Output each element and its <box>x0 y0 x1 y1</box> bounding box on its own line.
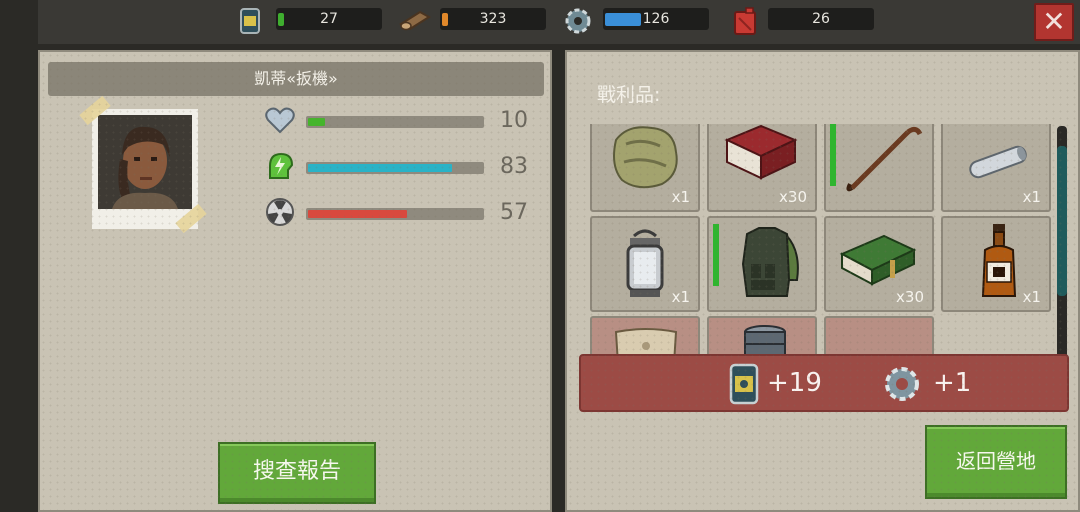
sack-icon <box>614 328 678 354</box>
reward-parts-value: +1 <box>933 368 972 398</box>
lantern-icon <box>626 229 664 297</box>
gear-icon <box>885 367 919 401</box>
search-report-label: 搜查報告 <box>252 459 341 484</box>
fuel-canister-icon <box>734 7 756 35</box>
health-bar-fill <box>308 118 325 126</box>
resource-canned-food: 27 <box>238 6 383 34</box>
canned-food-icon <box>729 363 759 405</box>
pipe-icon <box>969 145 1027 179</box>
loot-item-empty[interactable] <box>824 316 934 354</box>
loot-item-whiskey[interactable]: x1 <box>941 216 1051 312</box>
loot-item-cloth[interactable]: x1 <box>590 124 700 212</box>
loot-scrollbar[interactable] <box>1057 126 1067 358</box>
canned-food-value: 27 <box>320 11 338 27</box>
character-name-bar: 凱蒂«扳機» <box>48 62 544 96</box>
loot-qty: x1 <box>671 188 690 206</box>
reward-bar: +19 +1 <box>579 354 1069 412</box>
health-value: 10 <box>500 108 528 133</box>
loot-item-crowbar[interactable] <box>824 124 934 212</box>
gear-icon <box>565 8 591 34</box>
close-icon: ✕ <box>1042 5 1066 38</box>
resource-parts: 126 <box>563 6 713 34</box>
durability-bar <box>713 224 719 286</box>
energy-bar-fill <box>308 164 452 172</box>
barrel-icon <box>744 325 786 354</box>
character-panel: 凱蒂«扳機» 10 83 57 搜查報告 <box>38 50 552 512</box>
search-report-button[interactable]: 搜查報告 <box>218 442 376 504</box>
radiation-value: 57 <box>500 200 528 225</box>
heart-icon <box>265 107 295 134</box>
character-name: 凱蒂«扳機» <box>254 69 338 88</box>
survivor-avatar <box>98 115 192 209</box>
loot-item-book[interactable]: x30 <box>707 124 817 212</box>
loot-qty: x1 <box>671 288 690 306</box>
book-icon <box>724 124 798 180</box>
wood-icon <box>399 10 431 31</box>
loot-grid: x1 x30 x1 x1 x30 x1 <box>579 124 1067 354</box>
cloth-icon <box>613 126 678 189</box>
return-to-camp-button[interactable]: 返回營地 <box>925 425 1067 499</box>
resource-bar: 27 323 126 26 <box>38 0 1080 44</box>
whiskey-bottle-icon <box>981 224 1017 297</box>
loot-title: 戰利品: <box>597 84 661 106</box>
loot-item-sack[interactable] <box>590 316 700 354</box>
stat-health: 10 <box>264 106 534 136</box>
radiation-bar-fill <box>308 210 407 218</box>
fuel-value: 26 <box>812 11 830 27</box>
loot-scrollbar-thumb[interactable] <box>1057 146 1067 296</box>
stat-energy: 83 <box>264 152 534 182</box>
loot-item-armor-vest[interactable] <box>707 216 817 312</box>
resource-wood: 323 <box>398 6 548 32</box>
resource-fuel: 26 <box>731 6 881 35</box>
loot-item-barrel[interactable] <box>707 316 817 354</box>
crowbar-icon <box>846 126 923 192</box>
loot-qty: x1 <box>1022 288 1041 306</box>
close-button[interactable]: ✕ <box>1034 3 1074 41</box>
wood-value: 323 <box>479 11 507 27</box>
armor-vest-icon <box>741 227 799 297</box>
character-portrait <box>92 109 198 229</box>
reward-canned-food-value: +19 <box>767 368 822 398</box>
loot-item-pipe[interactable]: x1 <box>941 124 1051 212</box>
ammo-box-icon <box>839 234 917 286</box>
loot-panel: 戰利品: x1 x30 x1 x1 x30 x1 +19 +1 返回營地 <box>565 50 1080 512</box>
return-to-camp-label: 返回營地 <box>956 449 1036 473</box>
loot-qty: x30 <box>896 288 924 306</box>
loot-qty: x30 <box>779 188 807 206</box>
energy-value: 83 <box>500 154 528 179</box>
durability-bar <box>830 124 836 186</box>
loot-qty: x1 <box>1022 188 1041 206</box>
loot-item-lantern[interactable]: x1 <box>590 216 700 312</box>
game-screen: 27 323 126 26 ✕ 凱蒂«扳機» 10 83 57 搜查報告 戰利品… <box>0 0 1080 512</box>
loot-item-ammo-box[interactable]: x30 <box>824 216 934 312</box>
energy-head-icon <box>269 152 294 179</box>
parts-value: 126 <box>642 11 670 27</box>
radiation-icon <box>266 198 294 226</box>
stat-radiation: 57 <box>264 198 534 228</box>
canned-food-icon <box>240 8 260 34</box>
